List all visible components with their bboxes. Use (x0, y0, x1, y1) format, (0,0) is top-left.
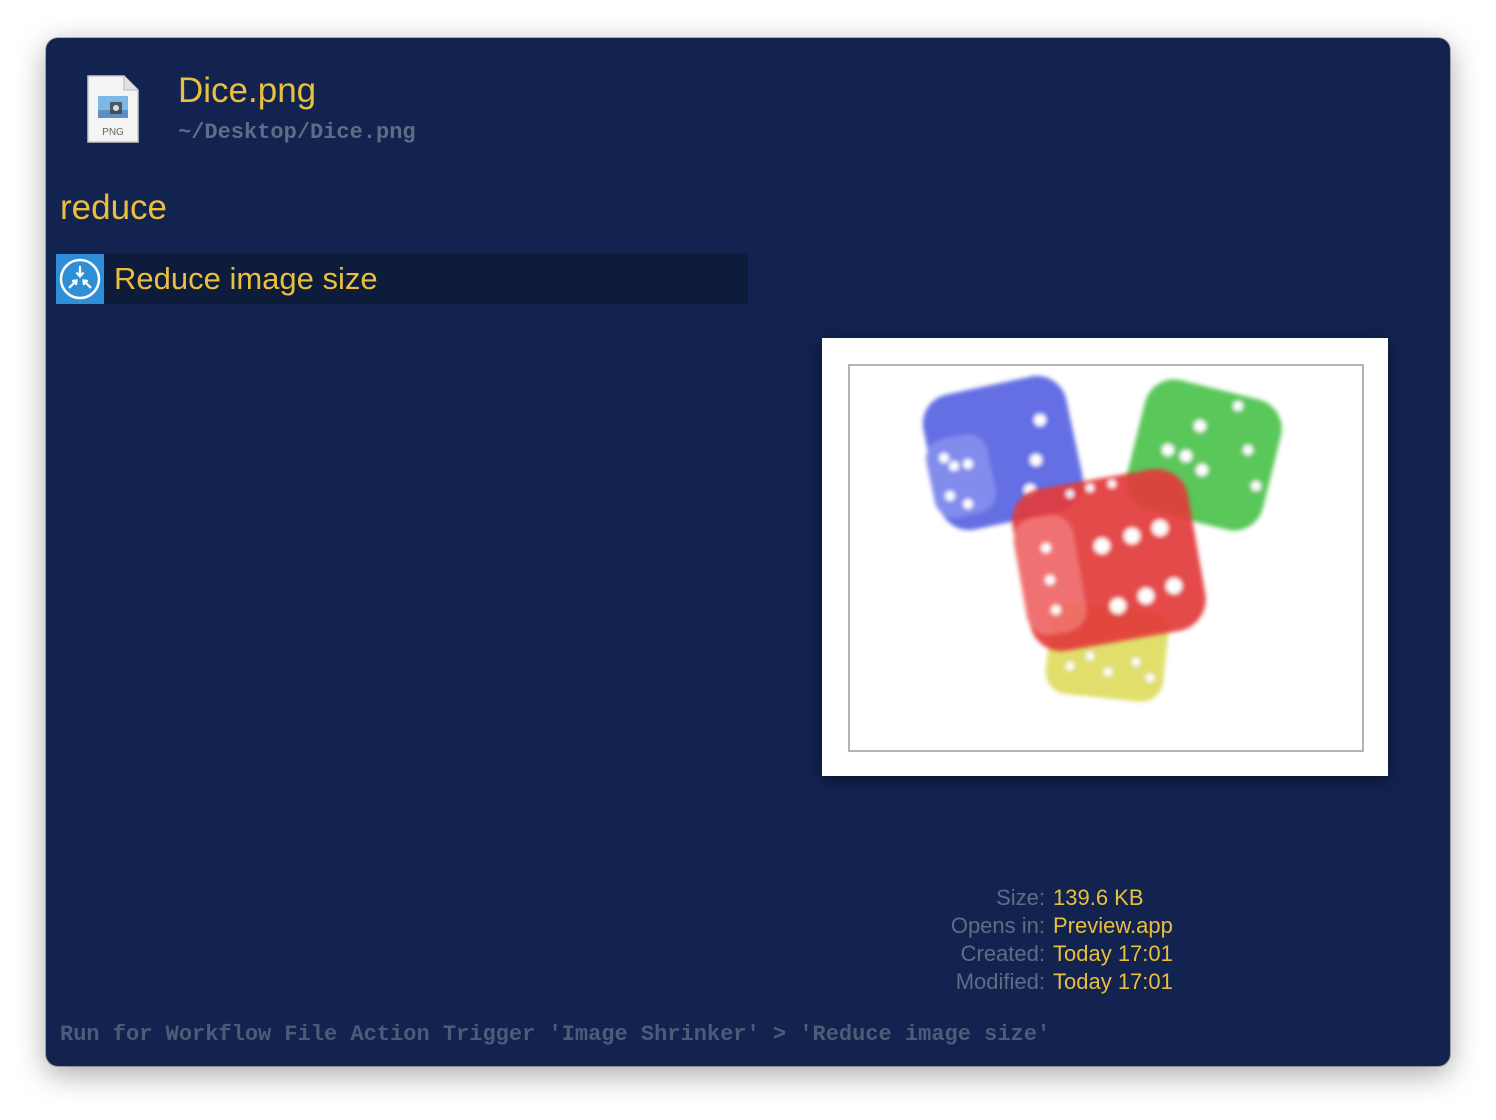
result-item-reduce-image-size[interactable]: Reduce image size (56, 254, 748, 304)
metadata-key: Opens in: (950, 913, 1045, 938)
metadata-row-created: Created: Today 17:01 (892, 940, 1192, 968)
metadata-value: Preview.app (1053, 913, 1173, 938)
file-metadata: Size: 139.6 KB Opens in: Preview.app Cre… (892, 884, 1192, 996)
metadata-row-size: Size: 139.6 KB (892, 884, 1192, 912)
metadata-key: Created: (960, 941, 1045, 966)
file-path: ~/Desktop/Dice.png (178, 120, 416, 145)
metadata-value: Today 17:01 (1053, 941, 1173, 966)
image-preview (822, 338, 1388, 776)
png-file-icon: PNG (86, 74, 140, 144)
metadata-key: Size: (996, 885, 1045, 910)
metadata-value: 139.6 KB (1053, 885, 1144, 910)
metadata-row-opens-in: Opens in: Preview.app (892, 912, 1192, 940)
metadata-value: Today 17:01 (1053, 969, 1173, 994)
result-label: Reduce image size (114, 261, 378, 296)
file-icon-badge: PNG (102, 127, 124, 138)
metadata-row-modified: Modified: Today 17:01 (892, 968, 1192, 996)
file-name: Dice.png (178, 71, 317, 110)
alfred-window: PNG Dice.png ~/Desktop/Dice.png reduce R… (46, 38, 1450, 1066)
dice-image (848, 364, 1364, 752)
search-query[interactable]: reduce (60, 186, 167, 230)
action-subtext: Run for Workflow File Action Trigger 'Im… (60, 1022, 1051, 1047)
compress-arrows-icon (56, 254, 104, 304)
metadata-key: Modified: (955, 969, 1045, 994)
